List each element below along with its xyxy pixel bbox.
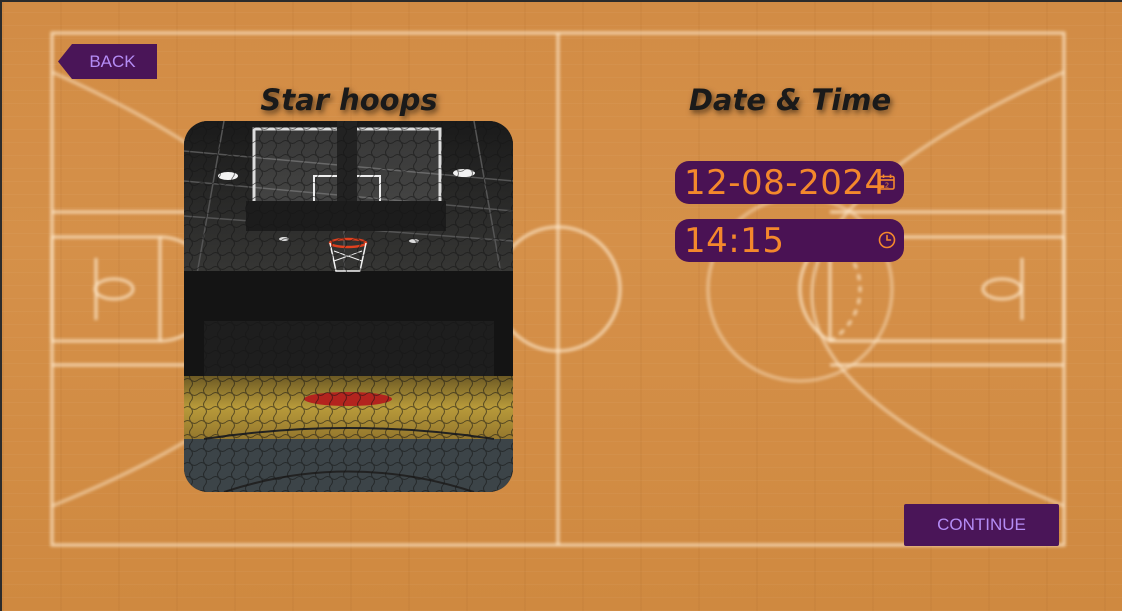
back-button[interactable]: BACK <box>58 44 157 79</box>
calendar-icon[interactable]: 2 <box>878 173 896 191</box>
clock-icon[interactable] <box>878 231 896 249</box>
continue-button[interactable]: CONTINUE <box>904 504 1059 546</box>
date-field[interactable]: 12-08-2024 2 <box>675 161 904 204</box>
continue-button-label: CONTINUE <box>937 515 1026 534</box>
venue-photo <box>184 121 513 492</box>
date-time-title: Date & Time <box>688 83 892 117</box>
calendar-icon-day: 2 <box>885 181 889 189</box>
time-field[interactable]: 14:15 <box>675 219 904 262</box>
time-value: 14:15 <box>684 220 785 261</box>
date-value: 12-08-2024 <box>684 162 887 203</box>
venue-title: Star hoops <box>260 83 438 117</box>
back-button-label: BACK <box>89 51 136 71</box>
